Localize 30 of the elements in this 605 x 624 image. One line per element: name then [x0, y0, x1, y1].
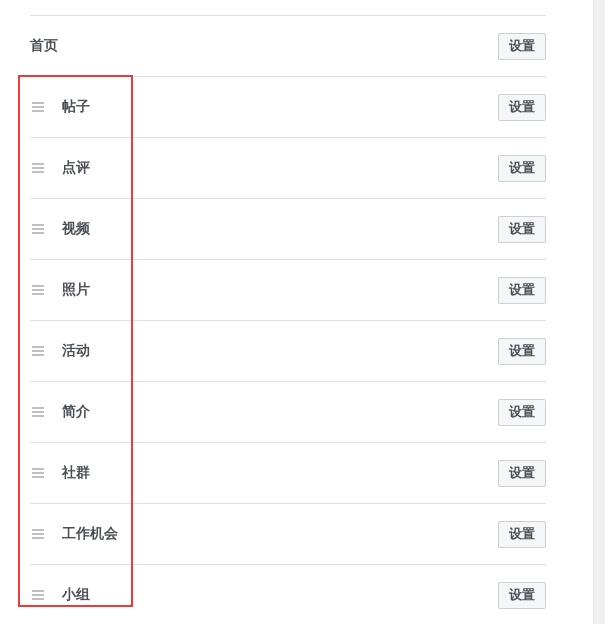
- tab-label: 工作机会: [62, 525, 119, 543]
- drag-handle-icon[interactable]: [32, 529, 44, 539]
- drag-handle-icon[interactable]: [32, 224, 44, 234]
- settings-button[interactable]: 设置: [498, 398, 546, 426]
- settings-button[interactable]: 设置: [498, 276, 546, 304]
- settings-button[interactable]: 设置: [498, 32, 546, 60]
- drag-handle-icon[interactable]: [32, 102, 44, 112]
- drag-handle-icon[interactable]: [32, 285, 44, 295]
- settings-button[interactable]: 设置: [498, 338, 546, 364]
- drag-handle-icon[interactable]: [32, 346, 44, 356]
- settings-button[interactable]: 设置: [498, 582, 546, 608]
- drag-handle-icon[interactable]: [32, 590, 44, 600]
- tab-label: 照片: [62, 281, 91, 299]
- tab-label: 帖子: [62, 98, 91, 116]
- tab-label: 简介: [62, 403, 91, 421]
- drag-handle-icon[interactable]: [32, 407, 44, 417]
- settings-button[interactable]: 设置: [498, 520, 546, 548]
- tab-label: 社群: [62, 464, 91, 482]
- tab-label: 点评: [62, 159, 91, 177]
- tab-label: 小组: [62, 586, 91, 604]
- settings-button[interactable]: 设置: [498, 154, 546, 182]
- drag-handle-icon[interactable]: [32, 468, 44, 478]
- settings-button[interactable]: 设置: [498, 94, 546, 120]
- drag-handle-icon[interactable]: [32, 163, 44, 173]
- tab-label: 视频: [62, 220, 91, 238]
- settings-button[interactable]: 设置: [498, 460, 546, 486]
- settings-button[interactable]: 设置: [498, 216, 546, 242]
- tab-label: 首页: [30, 37, 59, 55]
- scrollbar[interactable]: [593, 0, 605, 624]
- tab-label: 活动: [62, 342, 91, 360]
